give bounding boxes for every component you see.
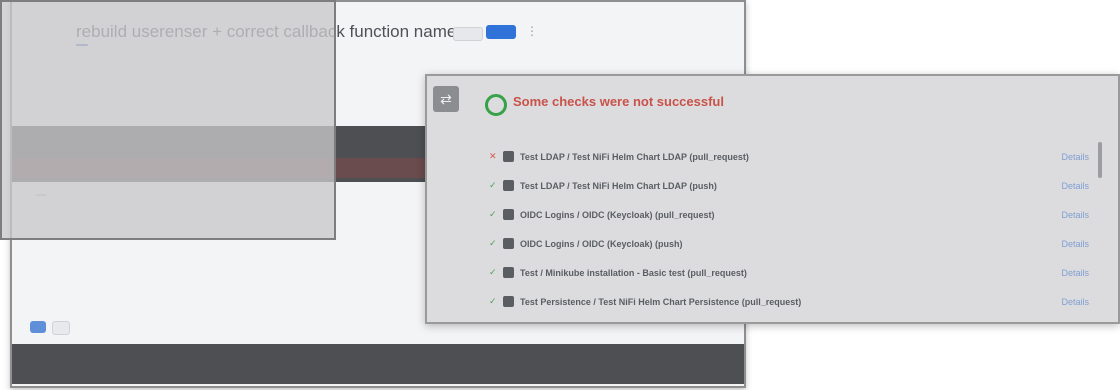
check-icon: ✓ [489,238,497,248]
check-icon: ✓ [489,209,497,219]
app-icon [503,296,514,307]
code-button[interactable] [486,25,516,39]
check-row: ✕ Test LDAP / Test NiFi Helm Chart LDAP … [489,142,1089,171]
details-link[interactable]: Details [1061,152,1089,162]
app-icon [503,267,514,278]
details-link[interactable]: Details [1061,268,1089,278]
check-name: Test LDAP / Test NiFi Helm Chart LDAP (p… [520,151,749,162]
more-options-icon[interactable]: ⋮ [526,24,538,38]
check-row: ✓ Test Persistence / Test NiFi Helm Char… [489,287,1089,316]
app-icon [503,180,514,191]
check-name: Test LDAP / Test NiFi Helm Chart LDAP (p… [520,180,717,191]
app-icon [503,238,514,249]
code-block [12,344,744,384]
merge-icon: ⇄ [433,86,459,112]
check-name: Test / Minikube installation - Basic tes… [520,267,747,278]
checks-headline: Some checks were not successful [513,94,724,109]
check-icon: ✓ [489,296,497,306]
check-name: OIDC Logins / OIDC (Keycloak) (pull_requ… [520,209,715,220]
details-link[interactable]: Details [1061,239,1089,249]
details-link[interactable]: Details [1061,181,1089,191]
check-list: ✕ Test LDAP / Test NiFi Helm Chart LDAP … [489,142,1089,316]
app-icon [503,151,514,162]
check-row: ✓ OIDC Logins / OIDC (Keycloak) (push) D… [489,229,1089,258]
app-icon [503,209,514,220]
check-icon: ✓ [489,180,497,190]
cross-icon: ✕ [489,151,497,161]
check-row: ✓ Test LDAP / Test NiFi Helm Chart LDAP … [489,171,1089,200]
status-ring-icon [485,94,507,116]
check-row: ✓ OIDC Logins / OIDC (Keycloak) (pull_re… [489,200,1089,229]
suggestion-button[interactable] [52,321,70,335]
scrollbar[interactable] [1098,142,1102,178]
check-name: Test Persistence / Test NiFi Helm Chart … [520,296,802,307]
overlay-window [0,0,336,240]
check-row: ✓ Test / Minikube installation - Basic t… [489,258,1089,287]
check-icon: ✓ [489,267,497,277]
comment-button-row [30,321,92,335]
cancel-button[interactable] [76,321,92,333]
details-link[interactable]: Details [1061,297,1089,307]
details-link[interactable]: Details [1061,210,1089,220]
edit-button[interactable] [453,27,483,41]
checks-panel: ⇄ Some checks were not successful ✕ Test… [425,74,1120,324]
comment-button[interactable] [30,321,46,333]
check-name: OIDC Logins / OIDC (Keycloak) (push) [520,238,683,249]
